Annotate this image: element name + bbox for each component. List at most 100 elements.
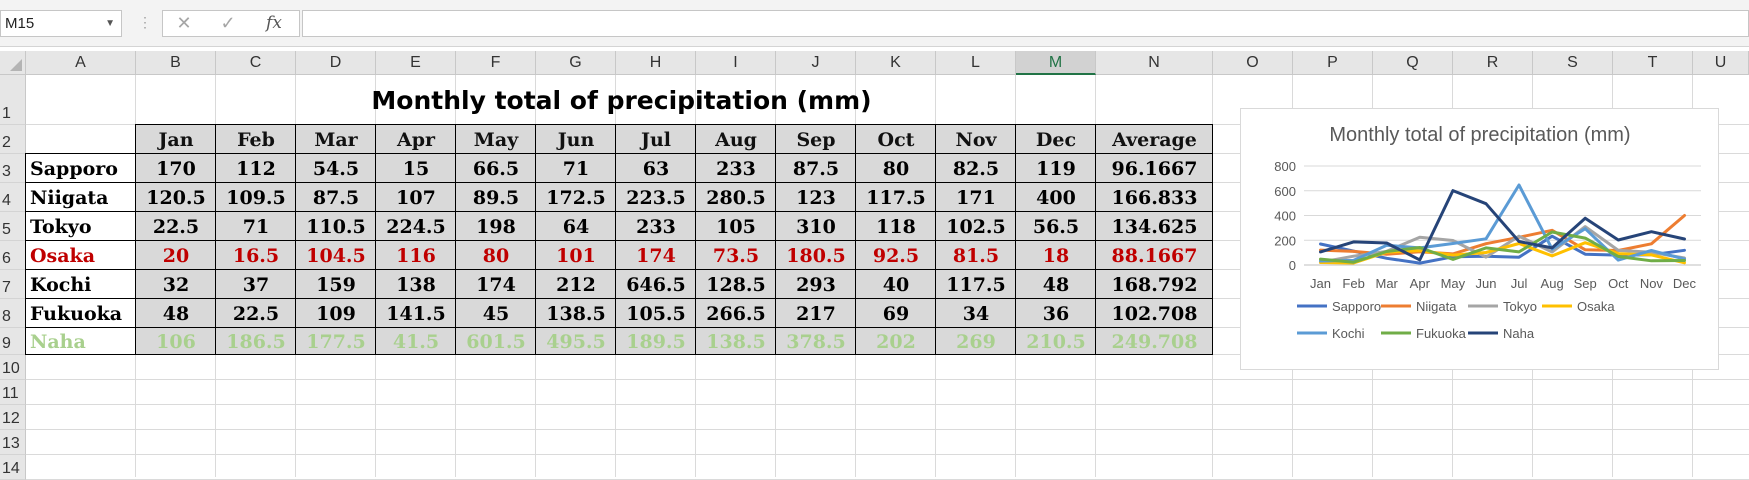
precipitation-cell[interactable]: 249.708 <box>1096 328 1213 355</box>
column-label[interactable]: Oct <box>856 125 936 154</box>
precipitation-cell[interactable]: 80 <box>456 241 536 270</box>
cancel-icon[interactable]: ✕ <box>164 10 204 37</box>
column-label[interactable]: Aug <box>696 125 776 154</box>
precipitation-cell[interactable]: 41.5 <box>376 328 456 355</box>
column-label[interactable]: Jan <box>136 125 216 154</box>
column-header-d[interactable]: D <box>296 51 376 75</box>
row-header-6[interactable]: 6 <box>0 241 26 270</box>
row-header-4[interactable]: 4 <box>0 183 26 212</box>
precipitation-cell[interactable]: 22.5 <box>136 212 216 241</box>
precipitation-cell[interactable]: 646.5 <box>616 270 696 299</box>
column-header-t[interactable]: T <box>1613 51 1693 75</box>
row-header-12[interactable]: 12 <box>0 405 26 430</box>
row-header-9[interactable]: 9 <box>0 328 26 355</box>
precipitation-cell[interactable]: 54.5 <box>296 154 376 183</box>
precipitation-cell[interactable]: 210.5 <box>1016 328 1096 355</box>
precipitation-cell[interactable]: 87.5 <box>296 183 376 212</box>
row-header-8[interactable]: 8 <box>0 299 26 328</box>
precipitation-cell[interactable]: 34 <box>936 299 1016 328</box>
precipitation-cell[interactable]: 168.792 <box>1096 270 1213 299</box>
precipitation-cell[interactable]: 180.5 <box>776 241 856 270</box>
precipitation-cell[interactable]: 123 <box>776 183 856 212</box>
line-chart[interactable]: Monthly total of precipitation (mm) 0 200 4… <box>1240 108 1719 370</box>
precipitation-cell[interactable]: 118 <box>856 212 936 241</box>
precipitation-cell[interactable]: 81.5 <box>936 241 1016 270</box>
precipitation-cell[interactable]: 16.5 <box>216 241 296 270</box>
column-header-q[interactable]: Q <box>1373 51 1453 75</box>
column-label[interactable]: Average <box>1096 125 1213 154</box>
precipitation-cell[interactable]: 88.1667 <box>1096 241 1213 270</box>
precipitation-cell[interactable]: 174 <box>456 270 536 299</box>
precipitation-cell[interactable]: 48 <box>1016 270 1096 299</box>
column-header-c[interactable]: C <box>216 51 296 75</box>
precipitation-cell[interactable]: 138.5 <box>696 328 776 355</box>
precipitation-cell[interactable]: 174 <box>616 241 696 270</box>
row-header-10[interactable]: 10 <box>0 355 26 380</box>
precipitation-cell[interactable]: 217 <box>776 299 856 328</box>
precipitation-cell[interactable]: 105 <box>696 212 776 241</box>
column-label[interactable]: Apr <box>376 125 456 154</box>
precipitation-cell[interactable]: 104.5 <box>296 241 376 270</box>
column-header-r[interactable]: R <box>1453 51 1533 75</box>
column-label[interactable]: Sep <box>776 125 856 154</box>
precipitation-cell[interactable]: 40 <box>856 270 936 299</box>
precipitation-cell[interactable]: 15 <box>376 154 456 183</box>
precipitation-cell[interactable]: 110.5 <box>296 212 376 241</box>
precipitation-cell[interactable]: 212 <box>536 270 616 299</box>
precipitation-cell[interactable]: 119 <box>1016 154 1096 183</box>
column-header-h[interactable]: H <box>616 51 696 75</box>
precipitation-cell[interactable]: 138 <box>376 270 456 299</box>
precipitation-cell[interactable]: 128.5 <box>696 270 776 299</box>
precipitation-cell[interactable]: 310 <box>776 212 856 241</box>
precipitation-cell[interactable]: 116 <box>376 241 456 270</box>
row-header-3[interactable]: 3 <box>0 154 26 183</box>
precipitation-cell[interactable]: 495.5 <box>536 328 616 355</box>
row-header-2[interactable]: 2 <box>0 125 26 154</box>
row-header-1[interactable]: 1 <box>0 75 26 125</box>
precipitation-cell[interactable]: 71 <box>216 212 296 241</box>
insert-function-icon[interactable]: fx <box>254 10 294 37</box>
precipitation-cell[interactable]: 171 <box>936 183 1016 212</box>
precipitation-cell[interactable]: 134.625 <box>1096 212 1213 241</box>
precipitation-cell[interactable]: 69 <box>856 299 936 328</box>
precipitation-cell[interactable]: 293 <box>776 270 856 299</box>
precipitation-cell[interactable]: 56.5 <box>1016 212 1096 241</box>
precipitation-cell[interactable]: 63 <box>616 154 696 183</box>
column-header-b[interactable]: B <box>136 51 216 75</box>
precipitation-cell[interactable]: 189.5 <box>616 328 696 355</box>
column-header-o[interactable]: O <box>1213 51 1293 75</box>
precipitation-cell[interactable]: 138.5 <box>536 299 616 328</box>
formula-input[interactable] <box>302 10 1749 37</box>
precipitation-cell[interactable]: 92.5 <box>856 241 936 270</box>
precipitation-cell[interactable]: 18 <box>1016 241 1096 270</box>
row-header-14[interactable]: 14 <box>0 455 26 480</box>
precipitation-cell[interactable]: 96.1667 <box>1096 154 1213 183</box>
precipitation-cell[interactable]: 20 <box>136 241 216 270</box>
column-header-a[interactable]: A <box>26 51 136 75</box>
precipitation-cell[interactable]: 73.5 <box>696 241 776 270</box>
column-header-f[interactable]: F <box>456 51 536 75</box>
precipitation-cell[interactable]: 202 <box>856 328 936 355</box>
precipitation-cell[interactable]: 233 <box>616 212 696 241</box>
column-header-e[interactable]: E <box>376 51 456 75</box>
column-header-k[interactable]: K <box>856 51 936 75</box>
precipitation-cell[interactable]: 159 <box>296 270 376 299</box>
column-header-u[interactable]: U <box>1693 51 1749 75</box>
precipitation-cell[interactable]: 109.5 <box>216 183 296 212</box>
precipitation-cell[interactable]: 172.5 <box>536 183 616 212</box>
precipitation-cell[interactable]: 32 <box>136 270 216 299</box>
column-label[interactable]: Jul <box>616 125 696 154</box>
city-name[interactable]: Niigata <box>26 183 136 212</box>
column-label[interactable]: May <box>456 125 536 154</box>
row-header-5[interactable]: 5 <box>0 212 26 241</box>
row-header-11[interactable]: 11 <box>0 380 26 405</box>
city-name[interactable]: Naha <box>26 328 136 355</box>
precipitation-cell[interactable]: 89.5 <box>456 183 536 212</box>
precipitation-cell[interactable]: 106 <box>136 328 216 355</box>
precipitation-cell[interactable]: 102.708 <box>1096 299 1213 328</box>
column-header-m[interactable]: M <box>1016 51 1096 75</box>
row-header-13[interactable]: 13 <box>0 430 26 455</box>
column-label[interactable]: Dec <box>1016 125 1096 154</box>
precipitation-cell[interactable]: 223.5 <box>616 183 696 212</box>
precipitation-cell[interactable]: 105.5 <box>616 299 696 328</box>
